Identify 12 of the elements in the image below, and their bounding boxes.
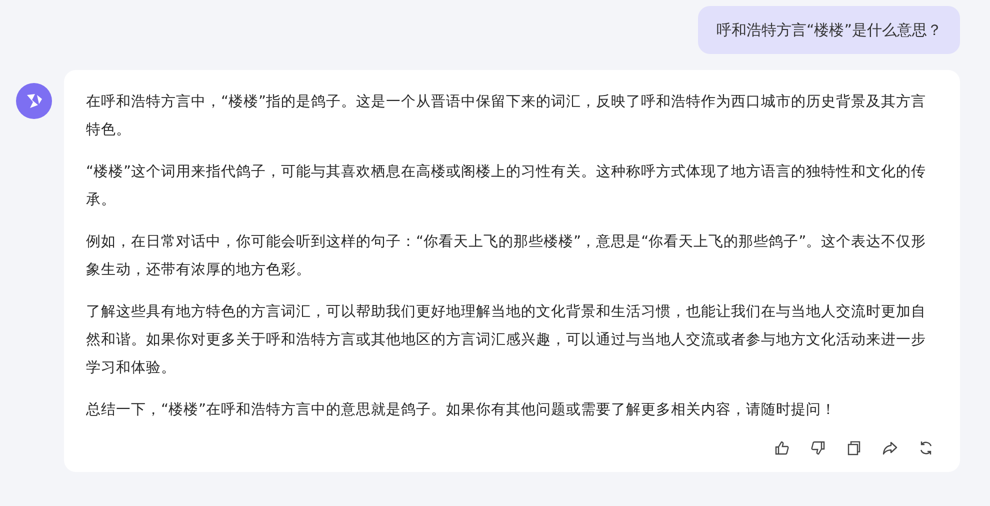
share-icon — [882, 440, 898, 456]
refresh-icon — [918, 440, 934, 456]
assistant-avatar-icon — [16, 83, 52, 119]
thumbs-down-icon — [810, 440, 826, 456]
copy-icon — [846, 440, 862, 456]
answer-paragraph: 了解这些具有地方特色的方言词汇，可以帮助我们更好地理解当地的文化背景和生活习惯，也能让我们在与当地人交流时更加自然和谐。如果你对更多关于呼和浩特方言或其他地区的方言词汇感兴趣，可以通过与当地人交流或者参与地方文化活动来进一步学习和体验。 — [86, 302, 927, 378]
user-message: 呼和浩特方言“楼楼”是什么意思？ — [698, 6, 960, 54]
answer-paragraph: 在呼和浩特方言中，“楼楼”指的是鸽子。这是一个从晋语中保留下来的词汇，反映了呼和浩特作为西口城市的历史背景及其方言特色。 — [86, 92, 928, 140]
answer-paragraph: “楼楼”这个词用来指代鸽子，可能与其喜欢栖息在高楼或阁楼上的习性有关。这种称呼方式体现了地方语言的独特性和文化的传承。 — [86, 162, 928, 210]
thumbs-up-icon — [774, 440, 790, 456]
answer-paragraph: 例如，在日常对话中，你可能会听到这样的句子：“你看天上飞的那些楼楼”，意思是“你看天上飞的那些鸽子”。这个表达不仅形象生动，还带有浓厚的地方色彩。 — [86, 232, 928, 280]
answer-paragraph: 总结一下，“楼楼”在呼和浩特方言中的意思就是鸽子。如果你有其他问题或需要了解更多相关内容，请随时提问！ — [86, 400, 838, 420]
